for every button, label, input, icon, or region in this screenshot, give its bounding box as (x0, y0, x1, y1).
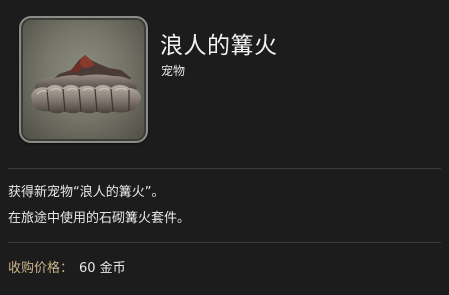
campfire-rock-icon (31, 55, 141, 114)
item-icon-frame (19, 16, 148, 143)
divider (8, 242, 441, 243)
currency-unit: 金币 (99, 261, 126, 276)
sell-price-row: 收购价格： 60 金币 (8, 257, 126, 276)
description-line: 获得新宠物“浪人的篝火”。 (8, 185, 165, 200)
divider (8, 168, 441, 169)
description-line: 在旅途中使用的石砌篝火套件。 (8, 211, 191, 226)
item-category: 宠物 (161, 64, 186, 78)
item-tooltip: 浪人的篝火 宠物 获得新宠物“浪人的篝火”。 在旅途中使用的石砌篝火套件。 收购… (0, 0, 449, 295)
item-name: 浪人的篝火 (160, 33, 278, 59)
sell-price-label: 收购价格： (8, 261, 74, 276)
sell-price-value: 60 (79, 261, 96, 276)
